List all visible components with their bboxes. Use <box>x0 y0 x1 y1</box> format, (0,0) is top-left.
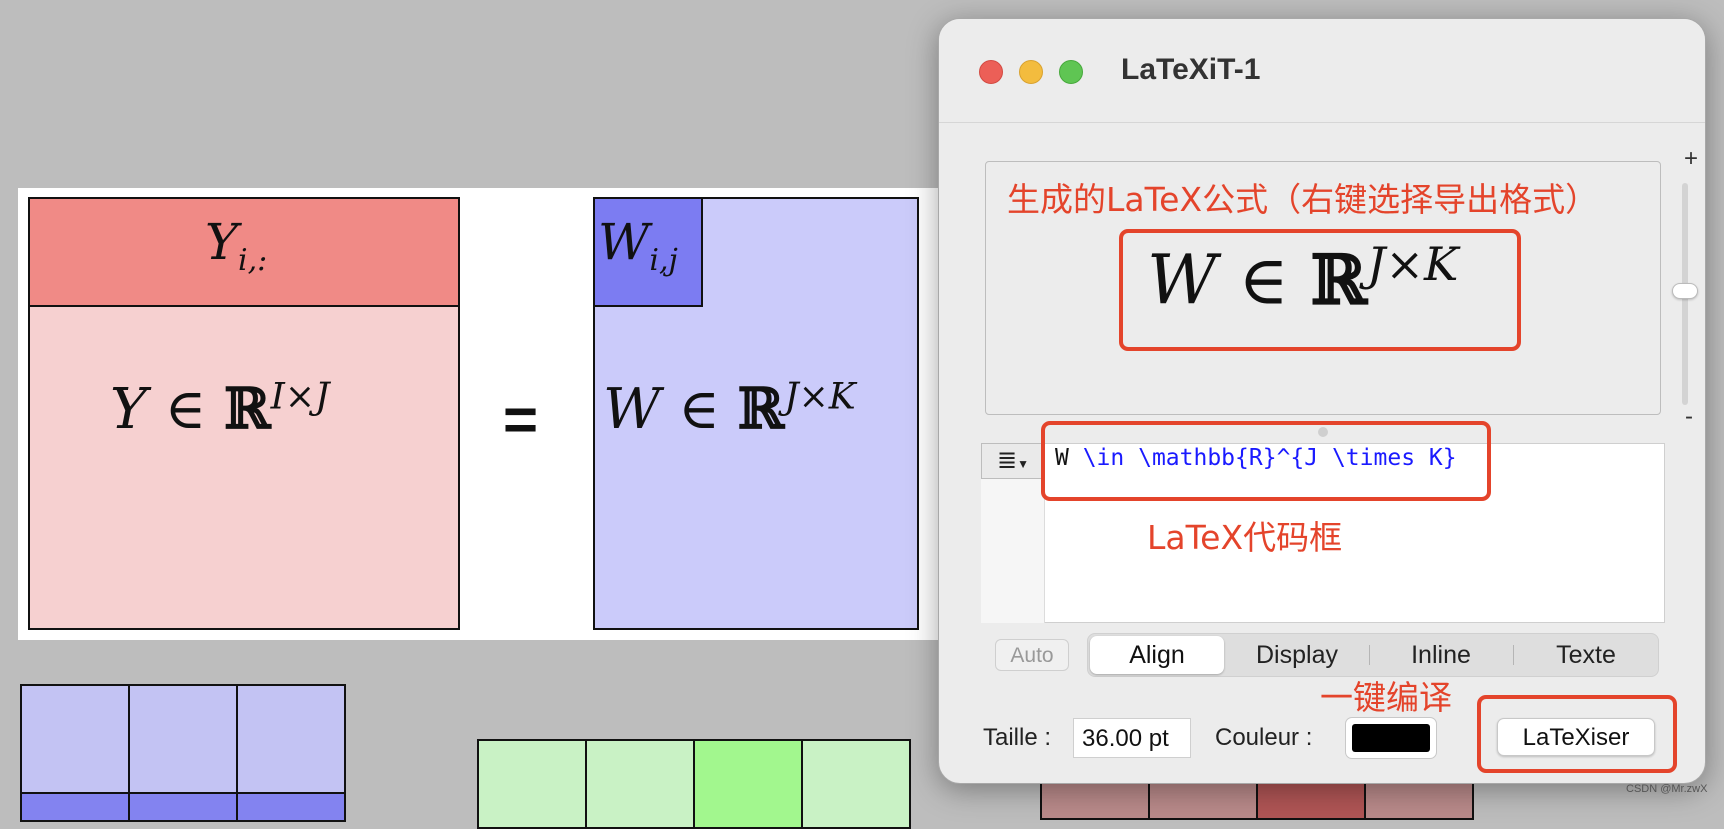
close-window-button[interactable] <box>979 60 1003 84</box>
w-cell-label: Wi,j <box>598 213 678 278</box>
taille-label: Taille : <box>983 724 1052 751</box>
preview-annotation: 生成的LaTeX公式（右键选择导出格式） <box>1007 180 1599 219</box>
auto-button[interactable]: Auto <box>995 639 1069 671</box>
rendered-formula: W ∈ ℝJ×K <box>1147 237 1459 321</box>
watermark: CSDN @Mr.zwX <box>1626 783 1708 795</box>
segment-divider <box>1369 645 1370 665</box>
grid-cell <box>128 792 238 822</box>
format-menu-button[interactable]: ≣▼ <box>981 443 1045 479</box>
grid-cell <box>236 792 346 822</box>
code-highlight-box <box>1041 421 1491 501</box>
latexit-window: LaTeXiT-1 生成的LaTeX公式（右键选择导出格式） W ∈ ℝJ×K … <box>938 18 1706 784</box>
taille-input[interactable]: 36.00 pt <box>1073 718 1191 758</box>
grid-cell <box>1256 780 1366 820</box>
chevron-down-icon: ▼ <box>1017 457 1029 471</box>
zoom-in-label: + <box>1684 145 1699 172</box>
code-annotation: LaTeX代码框 <box>1147 518 1343 557</box>
zoom-slider-knob[interactable] <box>1672 283 1698 299</box>
mode-texte[interactable]: Texte <box>1515 633 1657 677</box>
grid-cell <box>1148 780 1258 820</box>
list-menu-icon: ≣ <box>997 447 1018 474</box>
grid-cell <box>1040 780 1150 820</box>
grid-cell <box>20 792 130 822</box>
grid-cell <box>477 739 587 829</box>
equals-sign: = <box>503 386 539 453</box>
w-dimension-formula: W ∈ ℝJ×K <box>603 376 856 442</box>
color-swatch <box>1352 724 1430 752</box>
grid-cell <box>693 739 803 829</box>
grid-cell <box>585 739 695 829</box>
zoom-out-label: - <box>1685 403 1693 430</box>
grid-cell <box>1364 780 1474 820</box>
grid-cell <box>128 684 238 794</box>
mode-align[interactable]: Align <box>1090 636 1224 674</box>
compile-annotation: 一键编译 <box>1320 678 1452 717</box>
y-dimension-formula: Y ∈ ℝI×J <box>110 376 330 442</box>
segment-divider <box>1513 645 1514 665</box>
title-bar[interactable] <box>939 19 1705 123</box>
y-header-label: Yi,: <box>205 213 268 278</box>
grid-cell <box>20 684 130 794</box>
window-title: LaTeXiT-1 <box>1121 53 1261 86</box>
grid-cell <box>801 739 911 829</box>
grid-cell <box>236 684 346 794</box>
latexiser-button[interactable]: LaTeXiser <box>1497 718 1655 756</box>
color-well[interactable] <box>1345 717 1437 759</box>
zoom-window-button[interactable] <box>1059 60 1083 84</box>
minimize-window-button[interactable] <box>1019 60 1043 84</box>
couleur-label: Couleur : <box>1215 724 1313 751</box>
